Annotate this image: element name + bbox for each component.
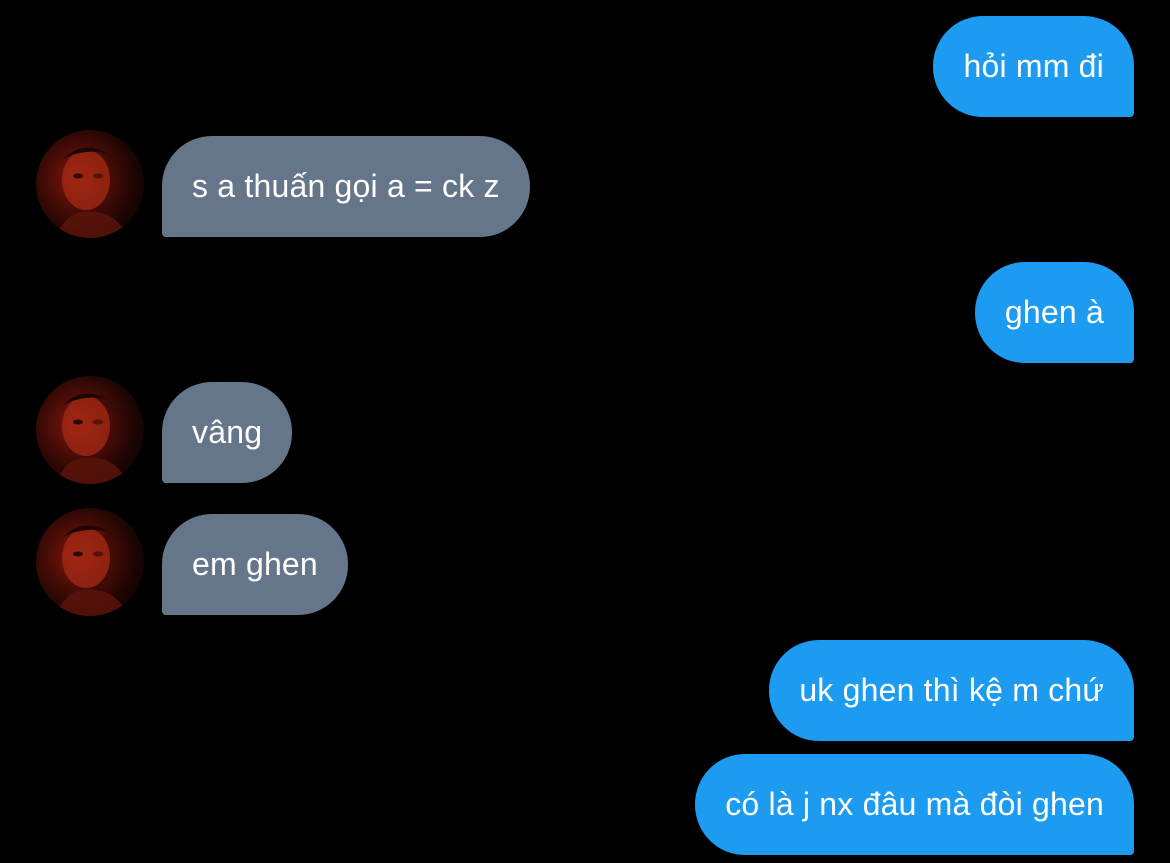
avatar-portrait-icon <box>56 393 128 484</box>
contact-avatar-icon[interactable] <box>36 376 144 484</box>
message-text: có là j nx đâu mà đòi ghen <box>725 786 1104 822</box>
avatar-portrait-icon <box>56 147 128 238</box>
contact-avatar-icon[interactable] <box>36 130 144 238</box>
sent-message-bubble[interactable]: hỏi mm đi <box>933 16 1134 117</box>
received-message-bubble[interactable]: vâng <box>162 382 293 483</box>
contact-avatar-icon[interactable] <box>36 508 144 616</box>
avatar-portrait-icon <box>56 525 128 616</box>
message-text: em ghen <box>192 546 318 582</box>
message-text: vâng <box>192 414 263 450</box>
message-thread: hỏi mm đi s a thuấn gọi a = ck z ghen à … <box>0 0 1170 863</box>
received-message-bubble[interactable]: s a thuấn gọi a = ck z <box>162 136 530 237</box>
sent-message-bubble[interactable]: ghen à <box>974 262 1134 363</box>
message-text: ghen à <box>1004 294 1104 330</box>
message-text: s a thuấn gọi a = ck z <box>192 168 500 204</box>
message-text: uk ghen thì kệ m chứ <box>799 672 1104 708</box>
sent-message-bubble[interactable]: uk ghen thì kệ m chứ <box>769 640 1134 741</box>
sent-message-bubble[interactable]: có là j nx đâu mà đòi ghen <box>695 754 1134 855</box>
message-text: hỏi mm đi <box>963 48 1104 84</box>
received-message-bubble[interactable]: em ghen <box>162 514 348 615</box>
